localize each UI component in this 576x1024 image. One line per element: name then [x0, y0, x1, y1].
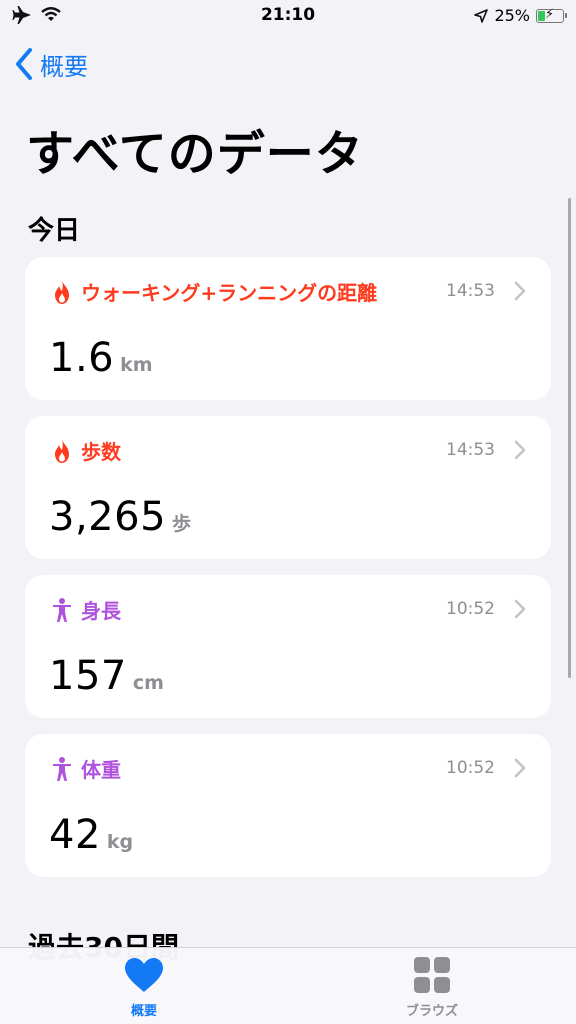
card-value-unit: kg: [106, 831, 134, 853]
tab-bar: 概要 ブラウズ: [0, 947, 576, 1024]
card-title-row: 歩数: [51, 436, 121, 465]
card-value-number: 3,265: [49, 494, 167, 540]
battery-icon: ⚡: [536, 6, 567, 23]
card-value: 157 cm: [49, 653, 164, 699]
scrollbar[interactable]: [568, 198, 571, 678]
card-value-unit: cm: [132, 672, 164, 694]
data-card-weight[interactable]: 体重 10:52 42 kg: [25, 734, 551, 877]
card-title: 身長: [81, 599, 121, 623]
section-header-today: 今日: [28, 216, 81, 246]
card-value-unit: km: [120, 354, 153, 376]
charging-bolt-icon: ⚡: [545, 6, 555, 22]
battery-percent: 25%: [494, 6, 530, 25]
flame-icon: [55, 279, 69, 304]
back-button[interactable]: 概要: [12, 46, 88, 82]
body-measurement-icon: [53, 597, 71, 622]
card-value-number: 42: [49, 812, 101, 858]
card-title: ウォーキング+ランニングの距離: [81, 281, 378, 305]
chevron-right-icon: [514, 281, 526, 301]
chevron-left-icon: [16, 48, 32, 80]
card-time: 10:52: [446, 599, 495, 619]
body-measurement-icon: [53, 756, 71, 781]
card-value: 42 kg: [49, 812, 133, 858]
status-bar: 21:10 25% ⚡: [0, 0, 576, 32]
card-title: 歩数: [81, 440, 121, 464]
card-value: 1.6 km: [49, 335, 153, 381]
flame-icon: [55, 438, 69, 463]
chevron-right-icon: [514, 440, 526, 460]
card-value-number: 157: [49, 653, 127, 699]
card-title-row: 体重: [51, 754, 121, 783]
card-time: 14:53: [446, 440, 495, 460]
tab-browse-label: ブラウズ: [405, 1004, 458, 1019]
data-card-height[interactable]: 身長 10:52 157 cm: [25, 575, 551, 718]
chevron-right-icon: [514, 599, 526, 619]
data-card-distance[interactable]: ウォーキング+ランニングの距離 14:53 1.6 km: [25, 257, 551, 400]
status-right: 25% ⚡: [474, 6, 567, 25]
card-value-unit: 歩: [172, 513, 192, 535]
back-button-label: 概要: [40, 52, 88, 81]
card-time: 10:52: [446, 758, 495, 778]
card-time: 14:53: [446, 281, 495, 301]
tab-summary[interactable]: 概要: [64, 956, 224, 1019]
card-title: 体重: [81, 758, 121, 782]
tab-summary-label: 概要: [130, 1004, 157, 1019]
tab-browse[interactable]: ブラウズ: [352, 956, 512, 1019]
card-value-number: 1.6: [49, 335, 115, 381]
card-value: 3,265 歩: [49, 494, 191, 540]
heart-icon: [125, 958, 163, 992]
card-title-row: ウォーキング+ランニングの距離: [51, 277, 377, 306]
card-title-row: 身長: [51, 595, 121, 624]
chevron-right-icon: [514, 758, 526, 778]
data-card-steps[interactable]: 歩数 14:53 3,265 歩: [25, 416, 551, 559]
location-arrow-icon: [474, 8, 489, 23]
grid-icon: [414, 957, 450, 993]
page-title: すべてのデータ: [26, 126, 364, 182]
